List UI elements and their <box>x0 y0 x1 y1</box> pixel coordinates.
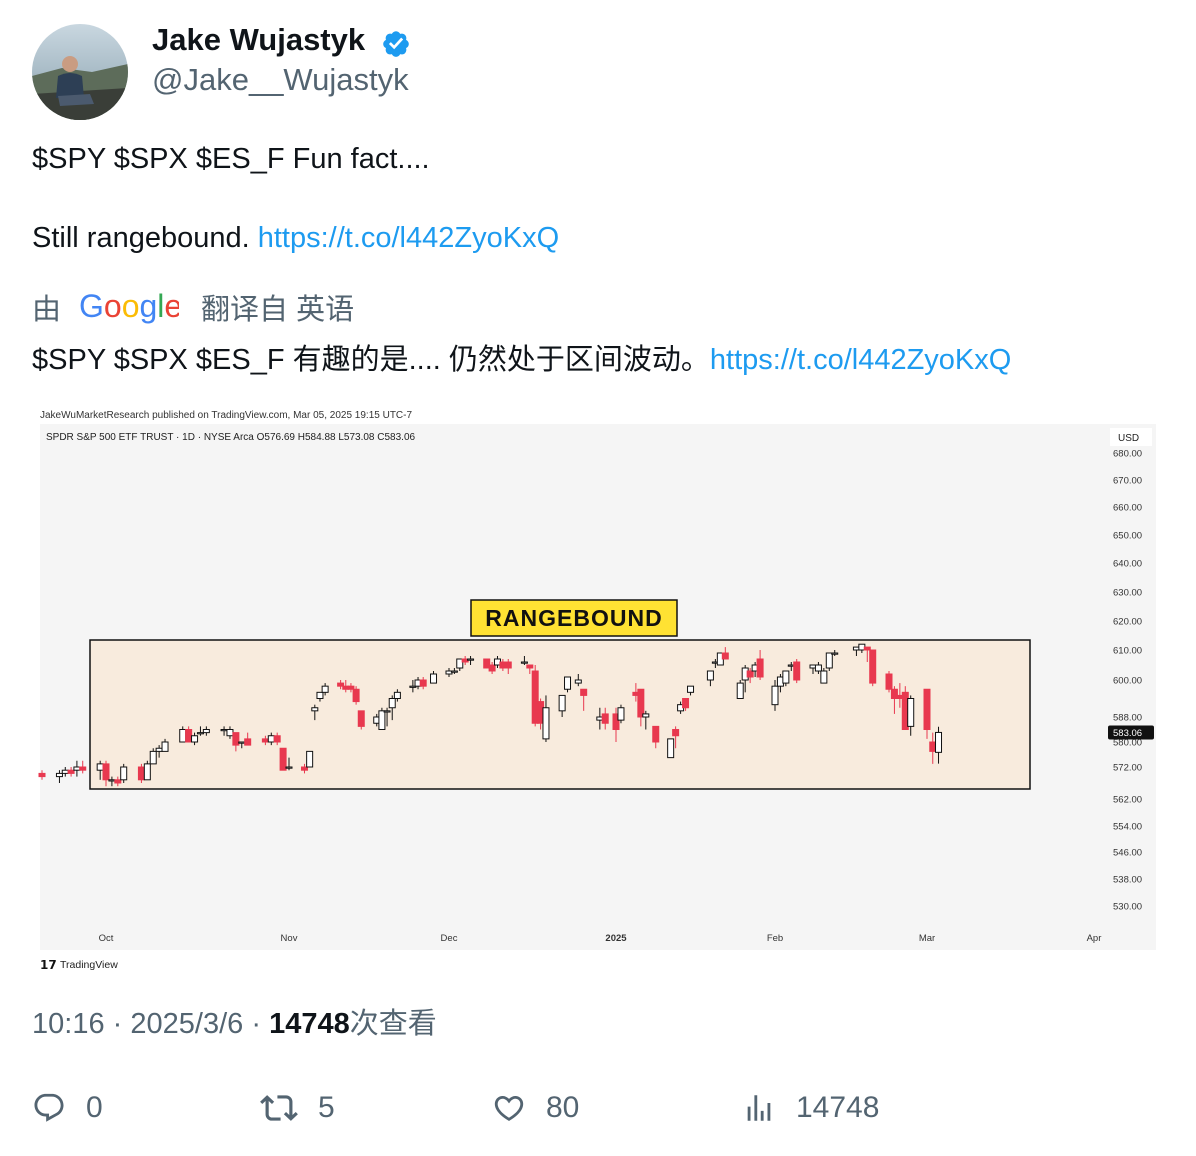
chart-image[interactable]: JakeWuMarketResearch published on Tradin… <box>32 400 1164 980</box>
author-handle[interactable]: @Jake__Wujastyk <box>152 62 409 98</box>
translation-body: $SPY $SPX $ES_F 有趣的是.... 仍然处于区间波动。 <box>32 344 710 376</box>
candlestick-chart: JakeWuMarketResearch published on Tradin… <box>32 400 1164 980</box>
author-name[interactable]: Jake Wujastyk <box>152 22 365 58</box>
tweet-text-line-2: Still rangebound. https://t.co/l442ZyoKx… <box>32 222 559 255</box>
tweet-text: Still rangebound. <box>32 222 258 254</box>
price-tick-label: 620.00 <box>1113 617 1142 628</box>
views-button[interactable]: 14748 <box>742 1086 879 1130</box>
repost-icon <box>260 1095 298 1121</box>
time-tick-label: Apr <box>1087 933 1102 944</box>
candle <box>279 747 287 771</box>
time-tick-label: Mar <box>919 933 935 944</box>
tweet-date[interactable]: 2025/3/6 <box>130 1008 243 1040</box>
price-tick-label: 572.00 <box>1113 763 1142 774</box>
price-tick-label: 538.00 <box>1113 875 1142 886</box>
price-tick-label: 554.00 <box>1113 822 1142 833</box>
meta-separator: · <box>251 1008 261 1040</box>
reply-count: 0 <box>86 1091 103 1124</box>
tweet-link[interactable]: https://t.co/l442ZyoKxQ <box>258 222 559 254</box>
translated-by-suffix[interactable]: 翻译自 英语 <box>201 286 354 328</box>
rangebound-label: RANGEBOUND <box>485 605 662 631</box>
time-tick-label: Nov <box>281 933 298 944</box>
time-tick-label: Oct <box>99 933 114 944</box>
price-tick-label: 530.00 <box>1113 902 1142 913</box>
candle <box>793 659 801 684</box>
time-tick-label: Feb <box>767 933 783 944</box>
translation-attribution: 由 Google 翻译自 英语 <box>32 286 354 328</box>
price-tick-label: 640.00 <box>1113 559 1142 570</box>
views-action-count: 14748 <box>796 1091 880 1124</box>
rangebound-box <box>89 639 1031 790</box>
view-count: 14748 <box>269 1008 350 1040</box>
candle <box>352 686 360 705</box>
candle <box>143 760 151 781</box>
verified-badge-icon <box>383 31 409 57</box>
currency-label: USD <box>1118 433 1139 444</box>
reply-button[interactable]: 0 <box>32 1086 103 1130</box>
tradingview-logo-icon: 𝟭𝟳 <box>40 958 57 972</box>
translated-by-prefix: 由 <box>32 294 62 326</box>
candle <box>736 680 744 700</box>
price-tick-label: 562.00 <box>1113 795 1142 806</box>
candle <box>357 710 365 730</box>
price-tick-label: 680.00 <box>1113 449 1142 460</box>
price-tick-label: 546.00 <box>1113 848 1142 859</box>
analytics-icon <box>747 1095 771 1121</box>
price-tick-label: 630.00 <box>1113 588 1142 599</box>
price-tick-label: 588.00 <box>1113 713 1142 724</box>
price-tick-label: 660.00 <box>1113 503 1142 514</box>
price-tick-label: 600.00 <box>1113 676 1142 687</box>
candle <box>825 652 833 671</box>
tradingview-label: TradingView <box>60 959 118 971</box>
heart-icon <box>494 1095 524 1121</box>
candle <box>120 763 128 783</box>
price-tick-label: 670.00 <box>1113 476 1142 487</box>
repost-button[interactable]: 5 <box>260 1086 335 1130</box>
tweet-time[interactable]: 10:16 <box>32 1008 105 1040</box>
tweet-meta: 10:16 · 2025/3/6 · 14748次查看 <box>32 1000 437 1042</box>
svg-text:Google: Google <box>79 288 179 324</box>
candle <box>137 763 145 783</box>
time-tick-label: Dec <box>441 933 458 944</box>
translation-link[interactable]: https://t.co/l442ZyoKxQ <box>710 344 1011 376</box>
like-button[interactable]: 80 <box>492 1086 579 1130</box>
tradingview-watermark: 𝟭𝟳 TradingView <box>40 958 118 972</box>
chart-publisher-line: JakeWuMarketResearch published on Tradin… <box>40 410 412 421</box>
candle <box>617 704 625 724</box>
last-price-label: 583.06 <box>1113 728 1142 739</box>
repost-count: 5 <box>318 1091 335 1124</box>
candle <box>869 649 877 687</box>
price-tick-label: 650.00 <box>1113 531 1142 542</box>
views-label: 次查看 <box>349 1008 437 1040</box>
meta-separator: · <box>112 1008 123 1040</box>
chart-symbol-line: SPDR S&P 500 ETF TRUST · 1D · NYSE Arca … <box>46 432 416 443</box>
candle <box>667 738 675 759</box>
candle <box>306 750 314 768</box>
reply-icon <box>34 1093 64 1122</box>
like-count: 80 <box>546 1091 580 1124</box>
google-logo-icon: Google <box>79 288 179 324</box>
translated-text: $SPY $SPX $ES_F 有趣的是.... 仍然处于区间波动。https:… <box>32 336 1011 378</box>
avatar[interactable] <box>32 24 128 120</box>
price-tick-label: 610.00 <box>1113 646 1142 657</box>
time-tick-label: 2025 <box>605 933 627 944</box>
tweet-text-line-1: $SPY $SPX $ES_F Fun fact.... <box>32 143 430 175</box>
